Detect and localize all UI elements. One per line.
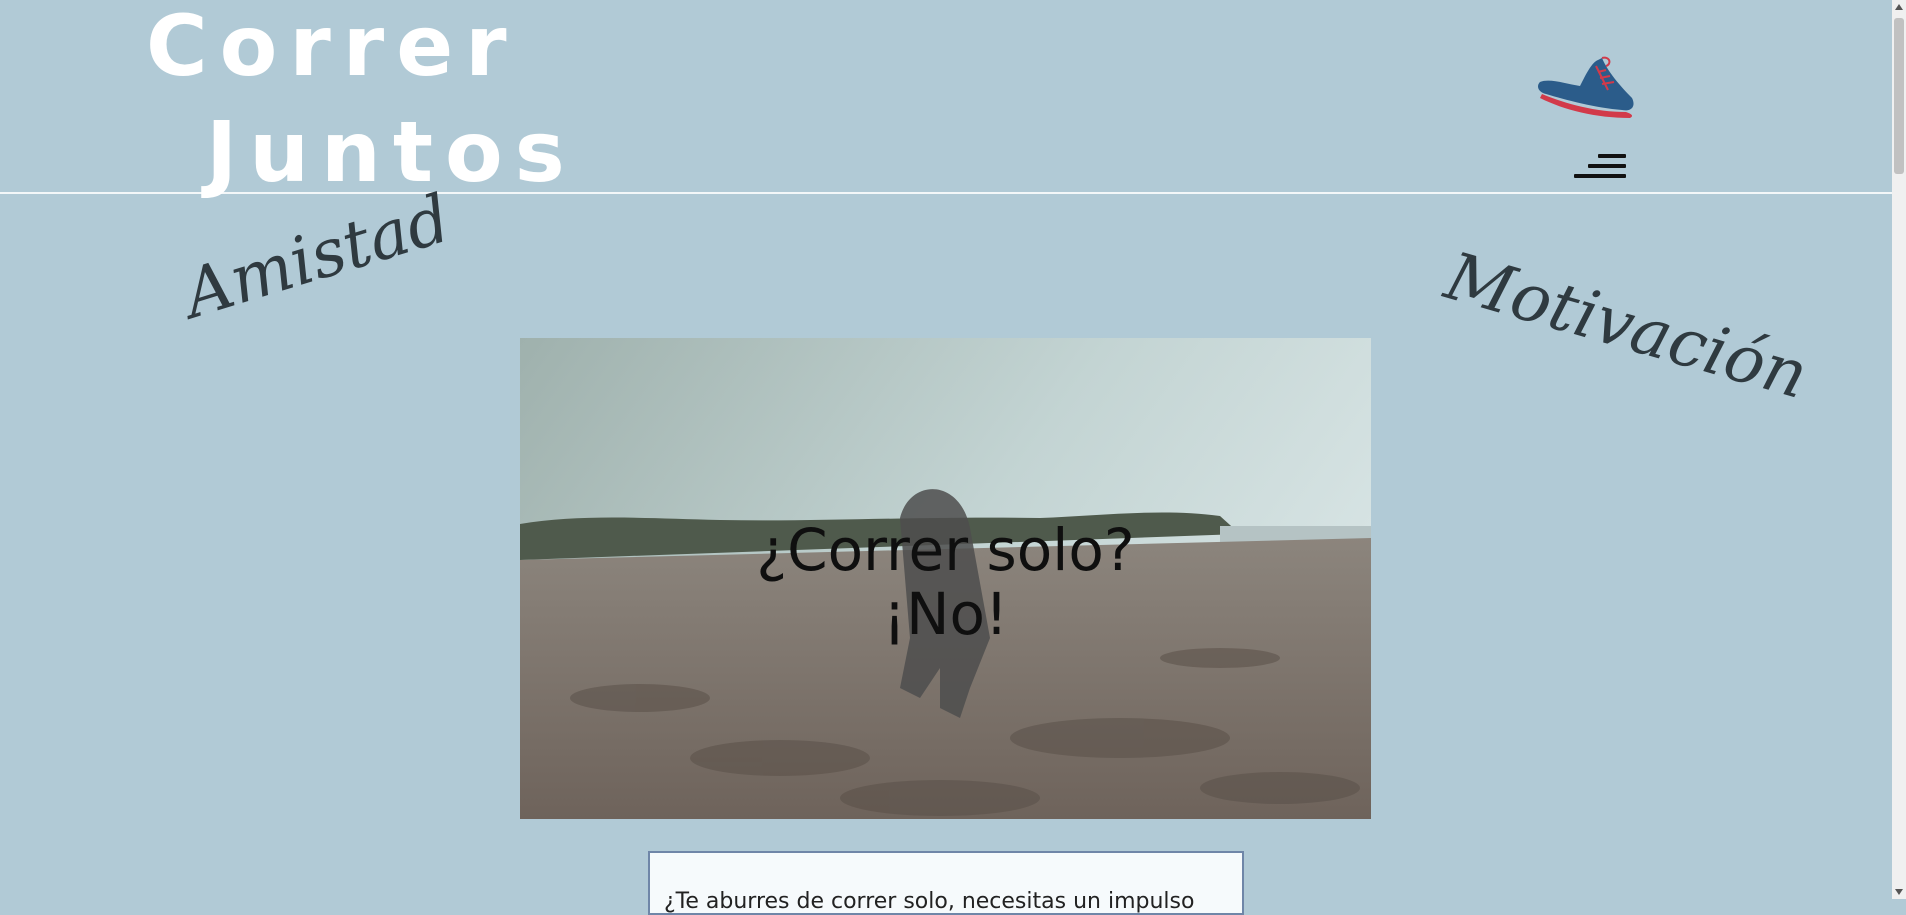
menu-bar-top xyxy=(1598,154,1626,158)
scroll-down-arrow-icon[interactable] xyxy=(1895,889,1903,895)
promo-text: ¿Te aburres de correr solo, necesitas un… xyxy=(664,889,1195,914)
site-logo-line-2[interactable]: Juntos xyxy=(206,110,577,194)
hero-headline: ¿Correr solo? ¡No! xyxy=(520,518,1371,646)
site-logo-line-1[interactable]: Correr xyxy=(146,4,519,88)
hamburger-menu-button[interactable] xyxy=(1572,154,1626,182)
running-shoe-icon xyxy=(1536,54,1636,120)
scroll-up-arrow-icon[interactable] xyxy=(1895,4,1903,10)
menu-bar-middle xyxy=(1588,164,1626,168)
hero-line-1: ¿Correr solo? xyxy=(756,516,1135,584)
hero-line-2: ¡No! xyxy=(882,580,1009,648)
decor-word-right: Motivación xyxy=(1437,237,1817,415)
decor-word-left: Amistad xyxy=(174,179,459,334)
promo-card: ¿Te aburres de correr solo, necesitas un… xyxy=(648,851,1244,915)
header-divider xyxy=(0,192,1892,194)
scrollbar-thumb[interactable] xyxy=(1894,18,1904,174)
hero-banner: ¿Correr solo? ¡No! xyxy=(520,338,1371,819)
menu-bar-bottom xyxy=(1574,174,1626,178)
page-scrollbar[interactable] xyxy=(1892,0,1906,899)
